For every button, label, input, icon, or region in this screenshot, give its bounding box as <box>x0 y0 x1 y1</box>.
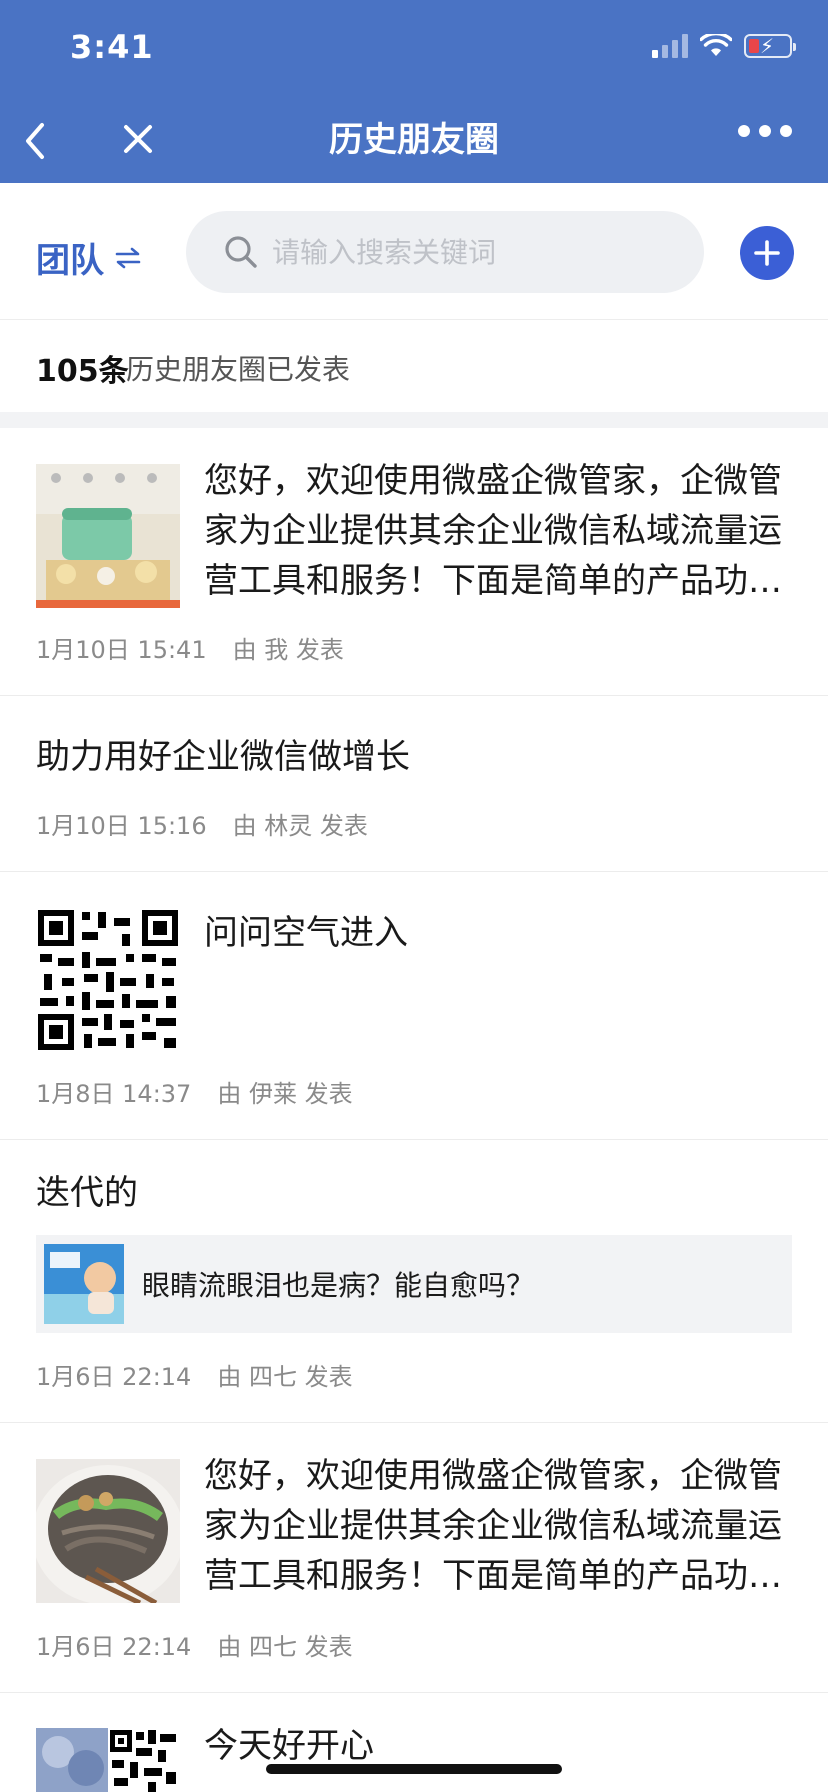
post-meta: 1月8日 14:37 由 伊莱 发表 <box>36 1074 353 1109</box>
more-dot-icon <box>759 125 771 137</box>
page-title: 历史朋友圈 <box>329 120 499 160</box>
post-image-collage <box>36 1728 180 1792</box>
post-time: 1月6日 22:14 <box>36 1633 192 1661</box>
post-item[interactable]: 助力用好企业微信做增长 1月10日 15:16 由 林灵 发表 <box>0 696 828 872</box>
article-cover-icon <box>44 1244 124 1324</box>
post-meta: 1月10日 15:16 由 林灵 发表 <box>36 806 368 841</box>
link-title: 眼睛流眼泪也是病？能自愈吗？ <box>142 1269 535 1302</box>
post-text: 迭代的 <box>36 1173 138 1213</box>
post-time: 1月6日 22:14 <box>36 1363 192 1391</box>
post-item[interactable]: 您好，欢迎使用微盛企微管家，企微管家为企业提供其余企业微信私域流量运营工具和服务… <box>0 1423 828 1693</box>
home-indicator <box>266 1764 562 1774</box>
post-count: 105条 <box>36 354 129 389</box>
post-text: 您好，欢迎使用微盛企微管家，企微管家为企业提供其余企业微信私域流量运营工具和服务… <box>204 461 782 601</box>
more-dot-icon <box>738 125 750 137</box>
post-author: 由 林灵 发表 <box>232 812 368 840</box>
top-bar: 3:41 ⚡ 历史朋友圈 <box>0 0 828 183</box>
more-dot-icon <box>780 125 792 137</box>
cellular-signal-icon <box>652 34 688 58</box>
status-time: 3:41 <box>70 28 154 66</box>
more-options-button[interactable] <box>738 125 792 137</box>
product-photo-icon <box>36 464 180 608</box>
plus-icon <box>754 240 780 266</box>
post-text: 助力用好企业微信做增长 <box>36 737 410 777</box>
collage-photo-icon <box>36 1728 180 1792</box>
wifi-icon <box>700 34 732 56</box>
search-input[interactable] <box>272 235 672 269</box>
post-image-food <box>36 1459 180 1603</box>
post-text: 问问空气进入 <box>204 913 408 953</box>
search-box <box>186 211 704 293</box>
swap-icon <box>115 247 141 268</box>
post-image-product <box>36 464 180 608</box>
post-time: 1月10日 15:41 <box>36 636 207 664</box>
status-icons: ⚡ <box>652 34 796 58</box>
filter-bar: 团队 <box>0 183 828 320</box>
post-item[interactable]: 您好，欢迎使用微盛企微管家，企微管家为企业提供其余企业微信私域流量运营工具和服务… <box>0 428 828 696</box>
add-post-button[interactable] <box>740 226 794 280</box>
post-item[interactable]: 今天好开心 <box>0 1693 828 1792</box>
post-text: 您好，欢迎使用微盛企微管家，企微管家为企业提供其余企业微信私域流量运营工具和服务… <box>204 1456 782 1596</box>
post-meta: 1月6日 22:14 由 四七 发表 <box>36 1357 353 1392</box>
section-divider <box>0 412 828 428</box>
noodle-photo-icon <box>36 1459 180 1603</box>
search-icon <box>225 236 257 268</box>
post-author: 由 伊莱 发表 <box>217 1080 353 1108</box>
post-item[interactable]: 问问空气进入 1月8日 14:37 由 伊莱 发表 <box>0 872 828 1140</box>
post-author: 由 四七 发表 <box>217 1363 353 1391</box>
post-meta: 1月6日 22:14 由 四七 发表 <box>36 1627 353 1662</box>
summary-label: 历史朋友圈已发表 <box>126 353 351 386</box>
summary-row: 105条 历史朋友圈已发表 <box>0 320 828 412</box>
post-author: 由 四七 发表 <box>217 1633 353 1661</box>
battery-charging-icon: ⚡ <box>744 34 796 58</box>
link-thumbnail <box>44 1244 124 1324</box>
team-label: 团队 <box>36 241 104 281</box>
post-time: 1月8日 14:37 <box>36 1080 192 1108</box>
post-time: 1月10日 15:16 <box>36 812 207 840</box>
shared-link-card[interactable]: 眼睛流眼泪也是病？能自愈吗？ <box>36 1235 792 1333</box>
post-item[interactable]: 迭代的 眼睛流眼泪也是病？能自愈吗？ 1月6日 22:14 由 四七 发表 <box>0 1140 828 1423</box>
team-switch[interactable]: 团队 <box>36 233 142 282</box>
post-image-qr <box>36 908 180 1052</box>
qr-code-icon <box>36 908 180 1052</box>
post-meta: 1月10日 15:41 由 我 发表 <box>36 630 344 665</box>
post-author: 由 我 发表 <box>232 636 344 664</box>
